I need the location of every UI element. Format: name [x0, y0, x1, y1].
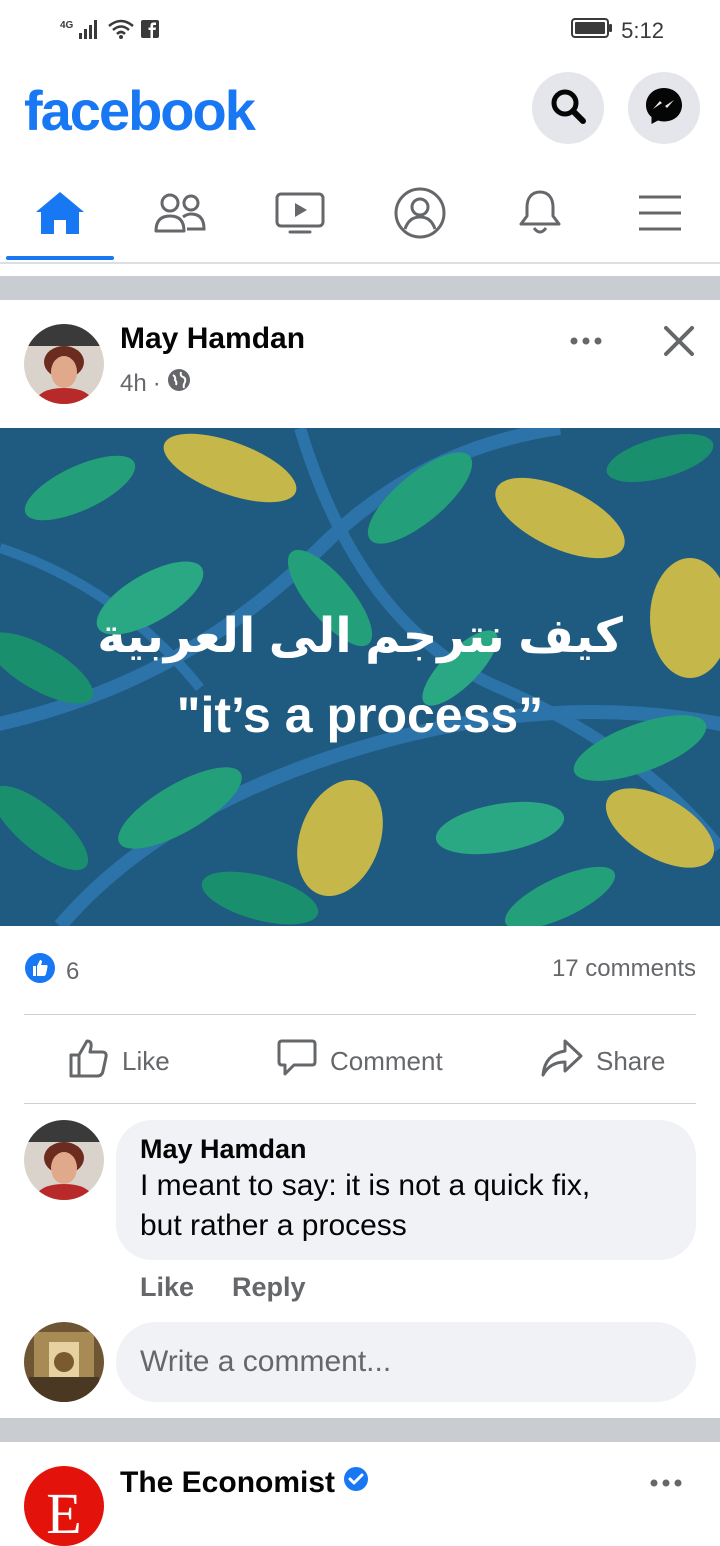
comment-bubble[interactable]: May Hamdan I meant to say: it is not a q…	[116, 1120, 696, 1260]
home-icon	[34, 190, 86, 241]
economist-logo-letter: E	[46, 1481, 82, 1546]
status-right: 5:12	[571, 18, 664, 44]
messenger-icon	[643, 85, 685, 132]
author-avatar[interactable]	[24, 324, 104, 404]
feed-divider	[0, 276, 720, 300]
thumbs-up-icon	[68, 1037, 110, 1086]
wifi-icon	[107, 18, 135, 45]
actions-divider-bottom	[24, 1103, 696, 1104]
share-button[interactable]: Share	[540, 1036, 665, 1086]
hide-post-button[interactable]	[662, 324, 696, 363]
notifications-icon	[517, 188, 563, 243]
search-icon	[548, 86, 588, 131]
post-image[interactable]	[0, 428, 720, 926]
post-meta: 4h ·	[120, 368, 191, 399]
next-post-author-row: The Economist	[120, 1466, 369, 1500]
comment-icon	[276, 1037, 318, 1086]
feed-divider-2	[0, 1418, 720, 1442]
comments-count[interactable]: 17 comments	[552, 955, 696, 983]
write-comment-input[interactable]: Write a comment...	[116, 1322, 696, 1402]
like-button[interactable]: Like	[68, 1036, 170, 1086]
status-time: 5:12	[621, 18, 664, 43]
post-more-button[interactable]	[566, 326, 606, 361]
economist-avatar[interactable]: E	[24, 1466, 104, 1546]
next-post-author[interactable]: The Economist	[120, 1466, 335, 1500]
comment-like-button[interactable]: Like	[140, 1272, 194, 1303]
comment-button[interactable]: Comment	[276, 1036, 443, 1086]
tab-notifications[interactable]	[480, 170, 600, 260]
more-dots-icon	[646, 1479, 686, 1502]
comment-text-line1: I meant to say: it is not a quick fix,	[140, 1169, 591, 1202]
messenger-button[interactable]	[628, 72, 700, 144]
like-label: Like	[122, 1045, 170, 1076]
status-left: 4G	[60, 18, 160, 45]
current-user-avatar[interactable]	[24, 1322, 104, 1402]
signal-icon	[79, 19, 101, 44]
facebook-logo[interactable]: facebook	[24, 78, 256, 143]
comment-author[interactable]: May Hamdan	[140, 1134, 672, 1165]
more-dots-icon	[566, 337, 606, 360]
status-bar: 4G 5:12	[0, 0, 720, 62]
network-type: 4G	[60, 19, 74, 31]
like-reaction-icon	[24, 952, 56, 991]
tab-friends[interactable]	[120, 170, 240, 260]
share-icon	[540, 1038, 584, 1085]
friends-icon	[153, 191, 207, 240]
globe-icon	[167, 368, 191, 399]
tab-watch[interactable]	[240, 170, 360, 260]
share-label: Share	[596, 1045, 666, 1076]
watch-icon	[274, 191, 326, 240]
tab-home[interactable]	[0, 170, 120, 260]
comment-text-line2: but rather a process	[140, 1209, 407, 1242]
reactions-summary[interactable]: 6	[24, 952, 79, 991]
post-time[interactable]: 4h	[120, 370, 147, 398]
meta-separator: ·	[152, 369, 161, 397]
nav-tabs	[0, 170, 720, 264]
actions-divider-top	[24, 1014, 696, 1015]
profile-icon	[393, 186, 447, 245]
battery-icon	[571, 18, 613, 44]
image-caption-arabic: كيف نترجم الى العربية	[97, 610, 623, 663]
active-tab-indicator	[6, 256, 114, 260]
reaction-count: 6	[66, 957, 80, 985]
tab-profile[interactable]	[360, 170, 480, 260]
comment-label: Comment	[330, 1045, 443, 1076]
verified-badge-icon	[343, 1466, 369, 1500]
close-icon	[662, 326, 696, 362]
next-post-more-button[interactable]	[646, 1468, 686, 1503]
search-button[interactable]	[532, 72, 604, 144]
facebook-notification-icon	[141, 19, 160, 43]
commenter-avatar[interactable]	[24, 1120, 104, 1200]
post-author[interactable]: May Hamdan	[120, 322, 305, 356]
menu-icon	[637, 193, 683, 238]
comment-reply-button[interactable]: Reply	[232, 1272, 306, 1303]
image-caption-english: "it’s a process”	[176, 687, 544, 743]
tab-menu[interactable]	[600, 170, 720, 260]
